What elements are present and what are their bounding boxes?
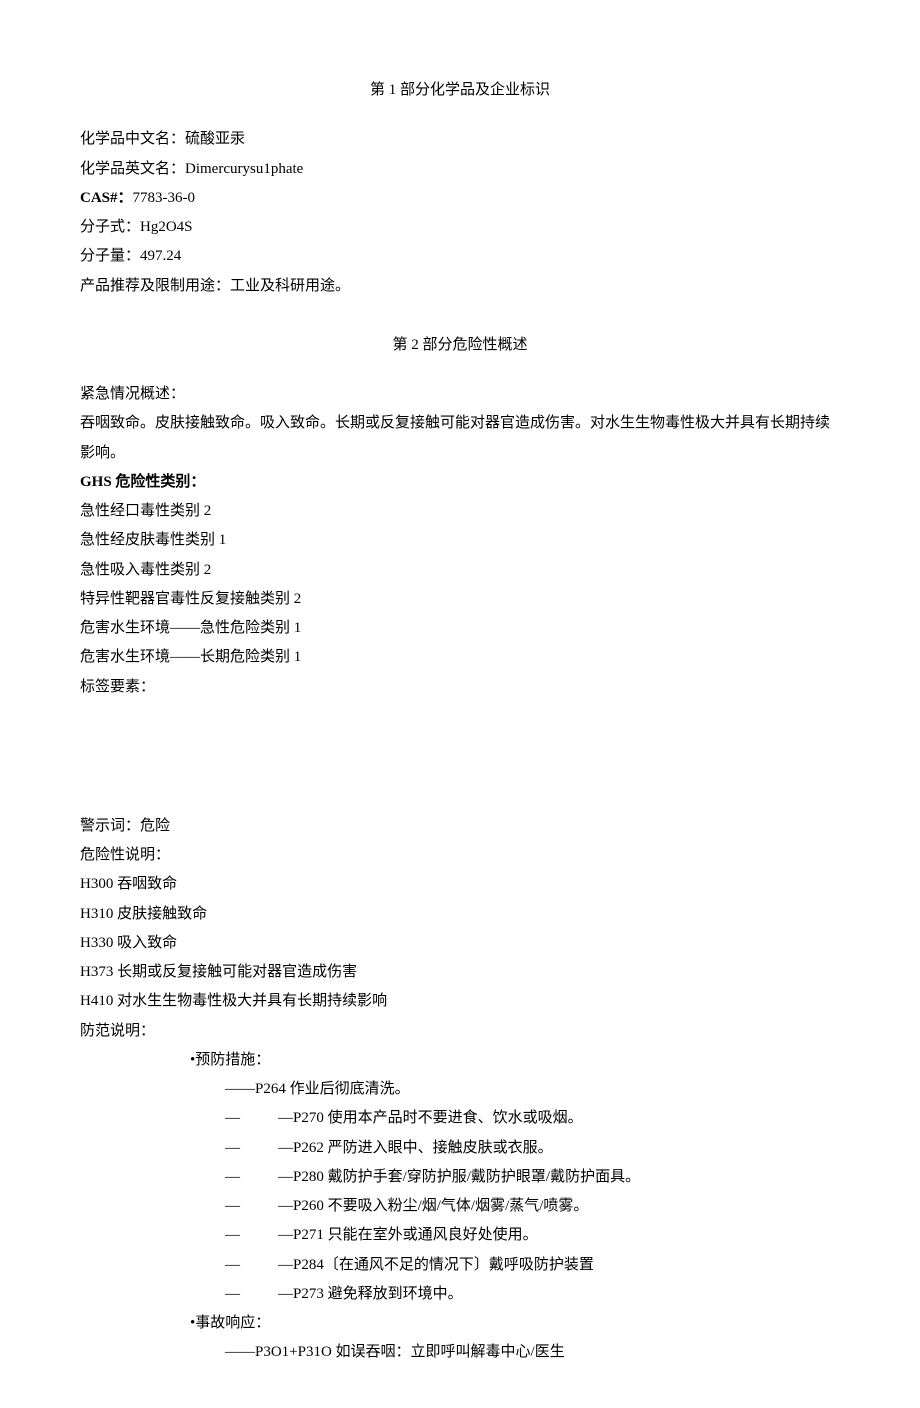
dash-icon: —	[225, 1257, 240, 1273]
hazard-statement: H310 皮肤接触致命	[80, 900, 840, 929]
name-zh-label: 化学品中文名：	[80, 131, 185, 147]
emergency-text: 吞咽致命。皮肤接触致命。吸入致命。长期或反复接触可能对器官造成伤害。对水生生物毒…	[80, 409, 840, 468]
section-2-title: 第 2 部分危险性概述	[80, 331, 840, 360]
cas-label: CAS#：	[80, 190, 133, 206]
use-label: 产品推荐及限制用途：	[80, 278, 230, 294]
section-1-title: 第 1 部分化学品及企业标识	[80, 76, 840, 105]
prevention-text: —P262 严防进入眼中、接触皮肤或衣服。	[278, 1140, 553, 1156]
ghs-label: GHS 危险性类别：	[80, 468, 840, 497]
ghs-item: 急性经口毒性类别 2	[80, 497, 840, 526]
hazard-statement: H373 长期或反复接触可能对器官造成伤害	[80, 958, 840, 987]
dash-icon: —	[225, 1286, 240, 1302]
prevention-item: — —P280 戴防护手套/穿防护服/戴防护眼罩/戴防护面具。	[80, 1163, 840, 1192]
prevention-item: — —P273 避免释放到环境中。	[80, 1280, 840, 1309]
prevention-item: — —P270 使用本产品时不要进食、饮水或吸烟。	[80, 1104, 840, 1133]
weight-label: 分子量：	[80, 248, 140, 264]
formula-value: Hg2O4S	[140, 219, 193, 235]
dash-icon: —	[225, 1198, 240, 1214]
weight-line: 分子量：497.24	[80, 242, 840, 271]
prevention-text: —P260 不要吸入粉尘/烟/气体/烟雾/蒸气/喷雾。	[278, 1198, 588, 1214]
dash-icon: —	[225, 1169, 240, 1185]
signal-word-value: 危险	[140, 818, 170, 834]
prevention-text: —P280 戴防护手套/穿防护服/戴防护眼罩/戴防护面具。	[278, 1169, 640, 1185]
response-item: ——P3O1+P31O 如误吞咽：立即呼叫解毒中心/医生	[80, 1338, 840, 1367]
name-en-label: 化学品英文名：	[80, 161, 185, 177]
ghs-item: 危害水生环境——长期危险类别 1	[80, 643, 840, 672]
precaution-label: 防范说明：	[80, 1017, 840, 1046]
hazard-statement: H410 对水生生物毒性极大并具有长期持续影响	[80, 987, 840, 1016]
prevention-item: — —P271 只能在室外或通风良好处使用。	[80, 1221, 840, 1250]
weight-value: 497.24	[140, 248, 181, 264]
formula-line: 分子式：Hg2O4S	[80, 213, 840, 242]
ghs-item: 危害水生环境——急性危险类别 1	[80, 614, 840, 643]
prevention-heading: •预防措施：	[80, 1046, 840, 1075]
response-heading: •事故响应：	[80, 1309, 840, 1338]
prevention-item: — —P260 不要吸入粉尘/烟/气体/烟雾/蒸气/喷雾。	[80, 1192, 840, 1221]
prevention-text: —P273 避免释放到环境中。	[278, 1286, 463, 1302]
formula-label: 分子式：	[80, 219, 140, 235]
prevention-item: ——P264 作业后彻底清洗。	[80, 1075, 840, 1104]
prevention-item: — —P262 严防进入眼中、接触皮肤或衣服。	[80, 1134, 840, 1163]
ghs-label-text: GHS 危险性类别：	[80, 474, 205, 490]
ghs-item: 急性经皮肤毒性类别 1	[80, 526, 840, 555]
pictogram-placeholder	[80, 702, 840, 812]
prevention-text: —P270 使用本产品时不要进食、饮水或吸烟。	[278, 1110, 583, 1126]
label-elements: 标签要素：	[80, 673, 840, 702]
dash-icon: —	[225, 1140, 240, 1156]
dash-icon: —	[225, 1227, 240, 1243]
name-en-line: 化学品英文名：Dimercurysu1phate	[80, 155, 840, 184]
hazard-statements-label: 危险性说明：	[80, 841, 840, 870]
use-value: 工业及科研用途。	[230, 278, 350, 294]
cas-line: CAS#：7783-36-0	[80, 184, 840, 213]
hazard-statement: H300 吞咽致命	[80, 870, 840, 899]
prevention-item: — —P284〔在通风不足的情况下〕戴呼吸防护装置	[80, 1251, 840, 1280]
signal-word-label: 警示词：	[80, 818, 140, 834]
prevention-text: —P284〔在通风不足的情况下〕戴呼吸防护装置	[278, 1257, 594, 1273]
name-en-value: Dimercurysu1phate	[185, 161, 303, 177]
cas-value: 7783-36-0	[133, 190, 196, 206]
ghs-item: 急性吸入毒性类别 2	[80, 556, 840, 585]
dash-icon: —	[225, 1110, 240, 1126]
signal-word-line: 警示词：危险	[80, 812, 840, 841]
emergency-label: 紧急情况概述：	[80, 380, 840, 409]
use-line: 产品推荐及限制用途：工业及科研用途。	[80, 272, 840, 301]
prevention-text: —P271 只能在室外或通风良好处使用。	[278, 1227, 538, 1243]
ghs-item: 特异性靶器官毒性反复接触类别 2	[80, 585, 840, 614]
name-zh-value: 硫酸亚汞	[185, 131, 245, 147]
name-zh-line: 化学品中文名：硫酸亚汞	[80, 125, 840, 154]
hazard-statement: H330 吸入致命	[80, 929, 840, 958]
